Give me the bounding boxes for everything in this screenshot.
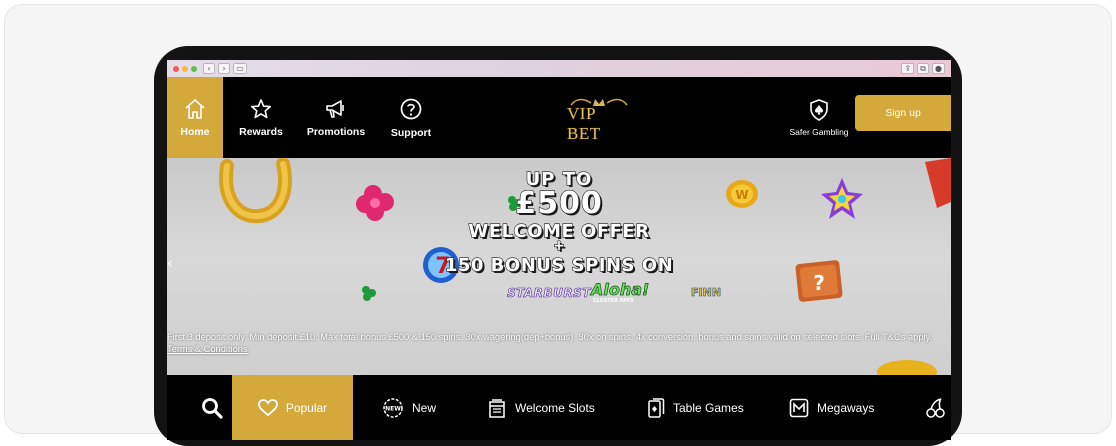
category-table-games-label: Table Games <box>673 400 744 415</box>
heart-icon <box>257 398 278 416</box>
nav-rewards[interactable]: Rewards <box>233 77 289 158</box>
screen: ‹ › ▭ ⇪ ⧉ ● Home Rewards Promotions Supp… <box>167 60 951 440</box>
terms-text: First 3 deposit only. Min deposit £10. M… <box>167 331 951 355</box>
sidebar-icon[interactable]: ▭ <box>233 63 247 74</box>
category-megaways-label: Megaways <box>817 400 875 415</box>
nav-home[interactable]: Home <box>167 77 223 158</box>
category-popular-label: Popular <box>285 400 328 415</box>
playing-cards-icon <box>648 397 665 418</box>
nav-support[interactable]: Support <box>383 77 439 158</box>
terms-link[interactable]: Terms & Conditions <box>167 344 248 354</box>
category-megaways[interactable]: Megaways <box>789 375 874 440</box>
starburst-logo: STARBURST <box>507 286 591 301</box>
promo-banner[interactable]: 7 W ? UP TO £500 WELCOME OFFER + 150 BON… <box>167 158 951 375</box>
download-icon[interactable]: ● <box>932 63 945 74</box>
logo-text: VIP BET <box>567 104 601 143</box>
search-icon <box>202 397 223 419</box>
finn-logo: FINN <box>691 286 722 300</box>
home-icon <box>185 98 205 119</box>
cherries-icon <box>926 397 945 418</box>
minimize-dot-icon[interactable] <box>182 65 188 72</box>
close-dot-icon[interactable] <box>173 65 179 72</box>
nav-support-label: Support <box>390 126 432 139</box>
vipbet-logo[interactable]: VIP BET <box>567 95 631 143</box>
new-badge-icon: NEW <box>383 397 403 418</box>
category-welcome-slots-label: Welcome Slots <box>515 400 595 415</box>
aloha-logo: Aloha! <box>591 280 650 300</box>
category-new[interactable]: NEW New <box>382 375 436 440</box>
safer-gambling-label: Safer Gambling <box>789 126 849 137</box>
clover-icon-2 <box>362 286 376 301</box>
nav-promotions[interactable]: Promotions <box>301 77 371 158</box>
nav-promotions-label: Promotions <box>306 125 366 138</box>
browser-toolbar: ‹ › ▭ ⇪ ⧉ ● <box>167 60 951 77</box>
category-bar: Popular NEW New Welcome Slots Table Game… <box>167 375 951 440</box>
category-new-label: New <box>412 400 437 415</box>
category-table-games[interactable]: Table Games <box>647 375 744 440</box>
back-icon[interactable]: ‹ <box>203 63 215 74</box>
coin-partial-icon <box>877 360 937 375</box>
forward-icon[interactable]: › <box>218 63 230 74</box>
maximize-dot-icon[interactable] <box>191 65 197 72</box>
svg-text:NEW: NEW <box>385 405 401 412</box>
banner-line-5: 150 BONUS SPINS ON <box>444 254 674 276</box>
aloha-sub-logo: CLUSTER PAYS <box>593 298 634 304</box>
signup-button[interactable]: Sign up <box>855 95 951 131</box>
megaphone-icon <box>326 99 344 118</box>
safer-gambling-link[interactable]: Safer Gambling <box>787 77 851 158</box>
megaways-icon <box>789 398 809 417</box>
star-icon <box>251 98 271 118</box>
question-circle-icon <box>400 98 422 119</box>
banner-line-4: + <box>553 237 566 254</box>
category-fruit-slots[interactable] <box>925 375 951 440</box>
share-icon[interactable]: ⇪ <box>901 63 915 74</box>
nav-home-label: Home <box>180 125 210 138</box>
search-button[interactable] <box>201 375 231 440</box>
nav-rewards-label: Rewards <box>239 125 283 138</box>
slot-machine-icon <box>489 398 505 418</box>
terms-body: First 3 deposit only. Min deposit £10. M… <box>167 332 933 342</box>
shield-spade-icon <box>810 98 828 121</box>
category-welcome-slots[interactable]: Welcome Slots <box>487 375 595 440</box>
carousel-prev-arrow-icon[interactable]: ‹ <box>167 256 177 272</box>
site-header: Home Rewards Promotions Support VIP BET … <box>167 77 951 158</box>
tabs-icon[interactable]: ⧉ <box>917 63 930 74</box>
banner-line-2: £500 <box>515 185 603 221</box>
crown-laurel-icon <box>570 98 628 106</box>
category-popular[interactable]: Popular <box>232 375 353 440</box>
